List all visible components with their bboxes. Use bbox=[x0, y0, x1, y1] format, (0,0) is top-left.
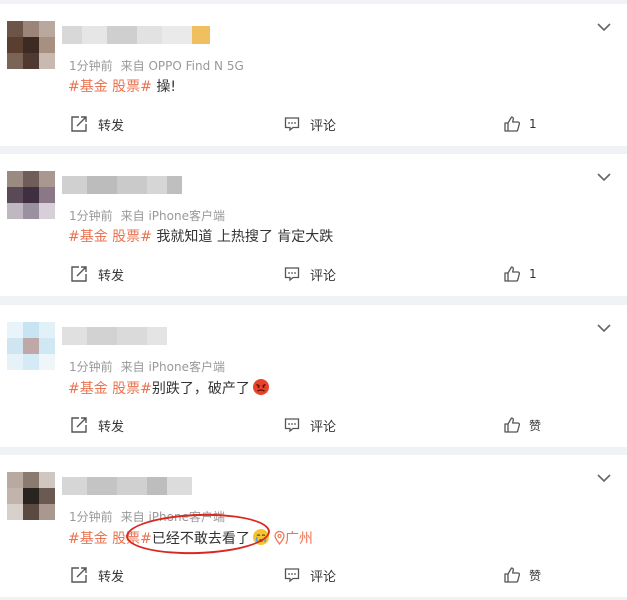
comment-button[interactable]: 评论 bbox=[284, 114, 336, 134]
weibo-comment-feed: 1分钟前 来自 OPPO Find N 5G #基金 股票# 操! 转发 评论 1 bbox=[0, 0, 627, 600]
post-content: #基金 股票#别跌了，破产了 bbox=[68, 378, 270, 399]
username-blurred[interactable] bbox=[62, 477, 212, 495]
post-time: 1分钟前 bbox=[69, 209, 113, 223]
post-source: 来自 iPhone客户端 bbox=[120, 209, 225, 223]
comment-label: 评论 bbox=[310, 569, 337, 585]
username-blurred[interactable] bbox=[62, 26, 212, 44]
post-text: 操! bbox=[151, 79, 176, 95]
username-blurred[interactable] bbox=[62, 176, 212, 194]
topic-link[interactable]: #基金 股票# bbox=[68, 381, 152, 397]
action-bar: 转发 评论 1 bbox=[0, 114, 627, 134]
comment-icon bbox=[284, 267, 300, 282]
post-time: 1分钟前 bbox=[69, 360, 113, 374]
post-meta: 1分钟前 来自 iPhone客户端 bbox=[69, 358, 225, 375]
action-bar: 转发 评论 赞 bbox=[0, 415, 627, 435]
comment-label: 评论 bbox=[310, 118, 337, 134]
like-button[interactable]: 1 bbox=[503, 114, 537, 134]
like-button[interactable]: 赞 bbox=[503, 565, 541, 585]
chevron-down-icon[interactable] bbox=[597, 172, 611, 182]
topic-link[interactable]: #基金 股票# bbox=[68, 229, 152, 245]
avatar[interactable] bbox=[7, 171, 55, 219]
username-blurred[interactable] bbox=[62, 327, 212, 345]
topic-link[interactable]: #基金 股票# bbox=[68, 79, 152, 95]
post-card: 1分钟前 来自 OPPO Find N 5G #基金 股票# 操! 转发 评论 1 bbox=[0, 4, 627, 146]
share-label: 转发 bbox=[98, 268, 125, 284]
comment-icon bbox=[284, 418, 300, 433]
post-content: #基金 股票#已经不敢去看了 广州 bbox=[68, 528, 313, 549]
avatar[interactable] bbox=[7, 472, 55, 520]
thumbs-up-icon bbox=[504, 417, 521, 433]
like-button[interactable]: 1 bbox=[503, 264, 537, 284]
avatar[interactable] bbox=[7, 21, 55, 69]
share-button[interactable]: 转发 bbox=[70, 415, 124, 435]
like-label: 赞 bbox=[529, 568, 542, 583]
crying-face-emoji-icon bbox=[252, 529, 269, 545]
post-meta: 1分钟前 来自 OPPO Find N 5G bbox=[69, 57, 244, 74]
post-card: 1分钟前 来自 iPhone客户端 #基金 股票#别跌了，破产了 转发 评论 赞 bbox=[0, 305, 627, 447]
thumbs-up-icon bbox=[504, 116, 521, 132]
comment-icon bbox=[284, 117, 300, 132]
post-content: #基金 股票# 我就知道 上热搜了 肯定大跌 bbox=[68, 227, 333, 247]
post-source: 来自 OPPO Find N 5G bbox=[120, 59, 244, 73]
thumbs-up-icon bbox=[504, 567, 521, 583]
action-bar: 转发 评论 赞 bbox=[0, 565, 627, 585]
post-time: 1分钟前 bbox=[69, 510, 113, 524]
share-icon bbox=[71, 116, 87, 132]
share-button[interactable]: 转发 bbox=[70, 264, 124, 284]
post-meta: 1分钟前 来自 iPhone客户端 bbox=[69, 207, 225, 224]
location-tag[interactable]: 广州 bbox=[274, 531, 313, 547]
comment-button[interactable]: 评论 bbox=[284, 415, 336, 435]
share-icon bbox=[71, 567, 87, 583]
share-label: 转发 bbox=[98, 419, 125, 435]
post-content: #基金 股票# 操! bbox=[68, 77, 176, 97]
like-count: 1 bbox=[529, 117, 537, 131]
comment-label: 评论 bbox=[310, 419, 337, 435]
post-card: 1分钟前 来自 iPhone客户端 #基金 股票# 我就知道 上热搜了 肯定大跌 … bbox=[0, 154, 627, 296]
avatar[interactable] bbox=[7, 322, 55, 370]
post-time: 1分钟前 bbox=[69, 59, 113, 73]
share-label: 转发 bbox=[98, 569, 125, 585]
post-source: 来自 iPhone客户端 bbox=[120, 510, 225, 524]
post-source: 来自 iPhone客户端 bbox=[120, 360, 225, 374]
chevron-down-icon[interactable] bbox=[597, 473, 611, 483]
post-text: 已经不敢去看了 bbox=[151, 531, 250, 547]
comment-button[interactable]: 评论 bbox=[284, 264, 336, 284]
like-label: 赞 bbox=[529, 418, 542, 433]
topic-link[interactable]: #基金 股票# bbox=[68, 531, 152, 547]
location-label: 广州 bbox=[284, 531, 313, 547]
share-button[interactable]: 转发 bbox=[70, 114, 124, 134]
comment-button[interactable]: 评论 bbox=[284, 565, 336, 585]
chevron-down-icon[interactable] bbox=[597, 323, 611, 333]
location-pin-icon bbox=[274, 531, 285, 545]
post-text: 别跌了，破产了 bbox=[151, 381, 250, 397]
post-meta: 1分钟前 来自 iPhone客户端 bbox=[69, 508, 225, 525]
comment-icon bbox=[284, 568, 300, 583]
thumbs-up-icon bbox=[504, 266, 521, 282]
share-button[interactable]: 转发 bbox=[70, 565, 124, 585]
post-card: 1分钟前 来自 iPhone客户端 #基金 股票#已经不敢去看了 广州 转发 评论 … bbox=[0, 455, 627, 597]
post-text: 我就知道 上热搜了 肯定大跌 bbox=[151, 229, 334, 245]
like-count: 1 bbox=[529, 267, 537, 281]
share-icon bbox=[71, 266, 87, 282]
share-label: 转发 bbox=[98, 118, 125, 134]
share-icon bbox=[71, 417, 87, 433]
comment-label: 评论 bbox=[310, 268, 337, 284]
action-bar: 转发 评论 1 bbox=[0, 264, 627, 284]
like-button[interactable]: 赞 bbox=[503, 415, 541, 435]
angry-face-emoji-icon bbox=[252, 379, 269, 395]
chevron-down-icon[interactable] bbox=[597, 22, 611, 32]
